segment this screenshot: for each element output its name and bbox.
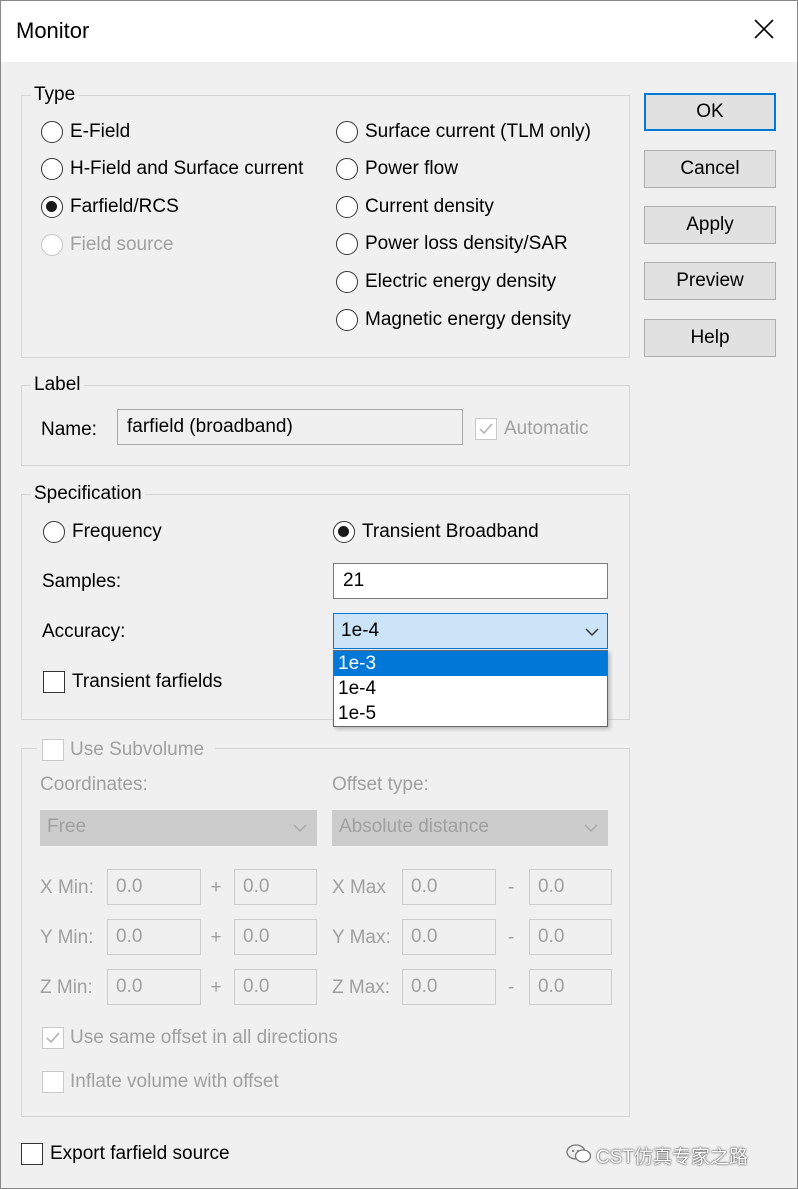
accuracy-dropdown[interactable]: 1e-4 [333,613,608,649]
radio-transient-broadband[interactable] [333,521,355,543]
samples-label: Samples: [42,571,122,592]
accuracy-dropdown-value: 1e-4 [341,620,380,641]
export-farfield-source-checkbox[interactable] [21,1143,43,1165]
x-min-offset-input: 0.0 [234,869,317,905]
z-min-input: 0.0 [107,969,201,1005]
automatic-checkbox [475,418,497,440]
z-min-label: Z Min: [40,977,93,998]
radio-field-source-label: Field source [70,234,174,255]
inflate-volume-checkbox [42,1071,64,1093]
wechat-logo-icon [566,1144,592,1163]
coordinates-dropdown-value: Free [47,816,87,837]
samples-input[interactable]: 21 [333,563,608,599]
type-group-legend: Type [31,84,79,106]
radio-transient-broadband-label: Transient Broadband [362,521,539,542]
z-max-label: Z Max: [332,977,391,998]
same-offset-label: Use same offset in all directions [70,1027,338,1048]
name-label: Name: [41,419,97,440]
use-subvolume-label: Use Subvolume [70,739,205,760]
radio-magnetic-energy-density-label: Magnetic energy density [365,309,571,330]
radio-surface-current[interactable] [336,121,358,143]
radio-magnetic-energy-density[interactable] [336,309,358,331]
accuracy-option-1e-5[interactable]: 1e-5 [334,701,607,726]
transient-farfields-checkbox[interactable] [43,671,65,693]
apply-button[interactable]: Apply [644,206,776,244]
title-bar [0,0,798,62]
y-min-plus: + [210,927,222,948]
x-max-minus: - [507,877,515,898]
cancel-button[interactable]: Cancel [644,150,776,188]
export-farfield-source-label: Export farfield source [50,1143,230,1164]
use-subvolume-checkbox [42,739,64,761]
z-max-minus: - [507,977,515,998]
ok-button[interactable]: OK [644,93,776,131]
watermark-text: CST仿真专家之路 [596,1147,749,1168]
accuracy-dropdown-list: 1e-3 1e-4 1e-5 [333,650,608,727]
radio-farfield-rcs-label: Farfield/RCS [70,196,179,217]
checkmark-icon [479,423,493,435]
offset-type-label: Offset type: [332,774,429,795]
radio-e-field[interactable] [41,121,63,143]
x-max-label: X Max [332,877,386,898]
window-title: Monitor [16,18,90,43]
z-min-plus: + [210,977,222,998]
coordinates-label: Coordinates: [40,774,148,795]
close-button[interactable] [745,10,783,48]
preview-button[interactable]: Preview [644,262,776,300]
offset-type-dropdown-value: Absolute distance [339,816,489,837]
y-min-input: 0.0 [107,919,201,955]
automatic-label: Automatic [504,418,589,439]
radio-frequency-label: Frequency [72,521,162,542]
z-max-offset-input: 0.0 [529,969,612,1005]
chevron-down-icon [293,824,307,833]
radio-power-flow[interactable] [336,158,358,180]
checkmark-icon [46,1032,60,1044]
x-max-offset-input: 0.0 [529,869,612,905]
y-max-label: Y Max: [332,927,391,948]
accuracy-label: Accuracy: [42,621,126,642]
y-min-label: Y Min: [40,927,94,948]
radio-current-density-label: Current density [365,196,494,217]
offset-type-dropdown: Absolute distance [332,810,608,846]
same-offset-checkbox [42,1027,64,1049]
radio-electric-energy-density[interactable] [336,271,358,293]
radio-farfield-rcs[interactable] [41,196,63,218]
specification-legend: Specification [31,483,145,505]
accuracy-option-1e-4[interactable]: 1e-4 [334,676,607,701]
y-max-offset-input: 0.0 [529,919,612,955]
z-min-offset-input: 0.0 [234,969,317,1005]
radio-power-loss-density[interactable] [336,233,358,255]
radio-electric-energy-density-label: Electric energy density [365,271,557,292]
transient-farfields-label: Transient farfields [72,671,223,692]
help-button[interactable]: Help [644,319,776,357]
y-min-offset-input: 0.0 [234,919,317,955]
x-min-input: 0.0 [107,869,201,905]
chevron-down-icon [584,824,598,833]
x-min-label: X Min: [40,877,94,898]
radio-power-loss-density-label: Power loss density/SAR [365,233,568,254]
x-min-plus: + [210,877,222,898]
radio-power-flow-label: Power flow [365,158,458,179]
accuracy-option-1e-3[interactable]: 1e-3 [334,651,607,676]
radio-field-source [41,234,63,256]
z-max-input: 0.0 [402,969,496,1005]
radio-surface-current-label: Surface current (TLM only) [365,121,591,142]
y-max-minus: - [507,927,515,948]
inflate-volume-label: Inflate volume with offset [70,1071,279,1092]
y-max-input: 0.0 [402,919,496,955]
name-input[interactable]: farfield (broadband) [117,409,463,445]
x-max-input: 0.0 [402,869,496,905]
label-group-legend: Label [31,374,84,396]
radio-current-density[interactable] [336,196,358,218]
chevron-down-icon [585,628,599,637]
radio-h-field-label: H-Field and Surface current [70,158,304,179]
radio-frequency[interactable] [43,521,65,543]
coordinates-dropdown: Free [40,810,317,846]
radio-e-field-label: E-Field [70,121,131,142]
close-icon [754,19,774,39]
radio-h-field[interactable] [41,158,63,180]
